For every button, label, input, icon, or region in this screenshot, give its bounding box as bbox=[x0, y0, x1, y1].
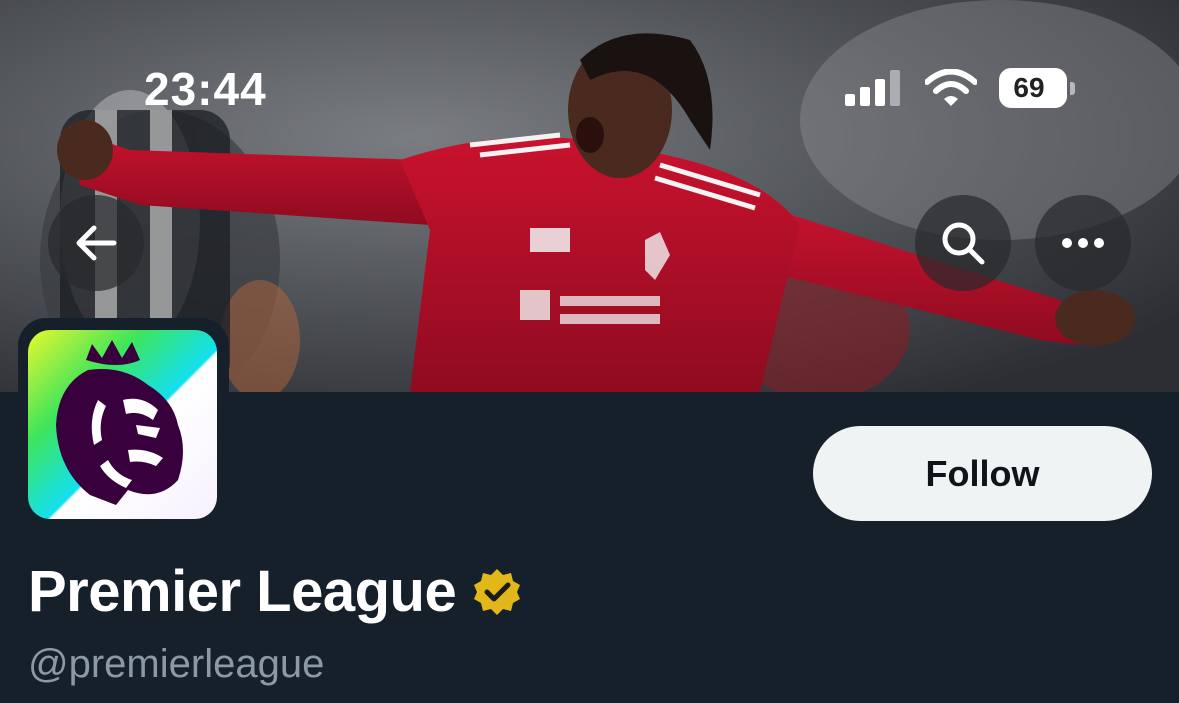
signal-icon bbox=[845, 70, 900, 106]
arrow-left-icon bbox=[76, 225, 117, 261]
follow-button[interactable]: Follow bbox=[813, 426, 1152, 521]
battery-percentage: 69 bbox=[1013, 72, 1045, 103]
status-time: 23:44 bbox=[144, 63, 267, 115]
back-button[interactable] bbox=[48, 195, 144, 291]
battery-icon: 69 bbox=[999, 68, 1075, 108]
verified-badge-icon[interactable] bbox=[472, 567, 522, 617]
profile-display-name: Premier League bbox=[28, 559, 457, 624]
more-options-button[interactable] bbox=[1035, 195, 1131, 291]
profile-name-row: Premier League bbox=[28, 558, 522, 625]
search-icon bbox=[942, 222, 985, 265]
status-bar-right: 69 bbox=[845, 68, 1075, 108]
premier-league-lion-logo bbox=[56, 340, 183, 505]
wifi-icon bbox=[925, 69, 977, 106]
profile-handle: @premierleague bbox=[28, 642, 325, 686]
search-button[interactable] bbox=[915, 195, 1011, 291]
avatar[interactable] bbox=[28, 330, 217, 519]
more-horizontal-icon bbox=[1062, 238, 1104, 248]
